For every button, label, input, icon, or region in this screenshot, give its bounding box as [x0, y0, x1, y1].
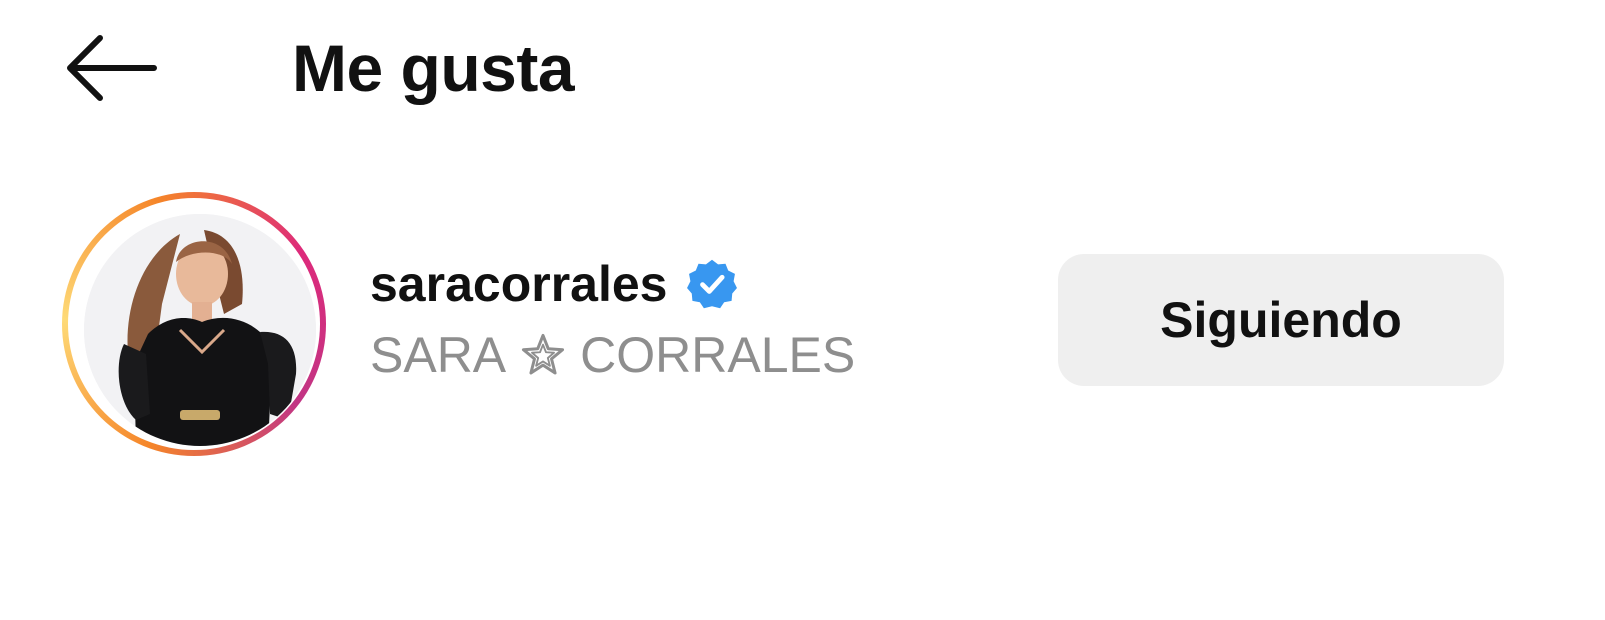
full-name-first: SARA [370, 327, 507, 383]
following-button[interactable]: Siguiendo [1058, 254, 1504, 386]
likes-screen: Me gusta saracorrales SARA CORRALES Sigu… [0, 0, 1605, 620]
story-ring[interactable] [62, 192, 326, 456]
full-name: SARA CORRALES [370, 322, 855, 388]
header: Me gusta [0, 0, 1605, 140]
username[interactable]: saracorrales [370, 252, 667, 316]
arrow-left-icon [67, 35, 157, 101]
avatar-image [84, 214, 316, 446]
list-item[interactable]: saracorrales SARA CORRALES Siguiendo [0, 190, 1605, 460]
full-name-last: CORRALES [580, 327, 856, 383]
page-title: Me gusta [292, 31, 575, 105]
avatar [84, 214, 316, 446]
back-button[interactable] [60, 30, 160, 110]
user-info: saracorrales SARA CORRALES [370, 252, 855, 388]
verified-badge-icon [685, 257, 739, 311]
star-icon [520, 332, 566, 378]
